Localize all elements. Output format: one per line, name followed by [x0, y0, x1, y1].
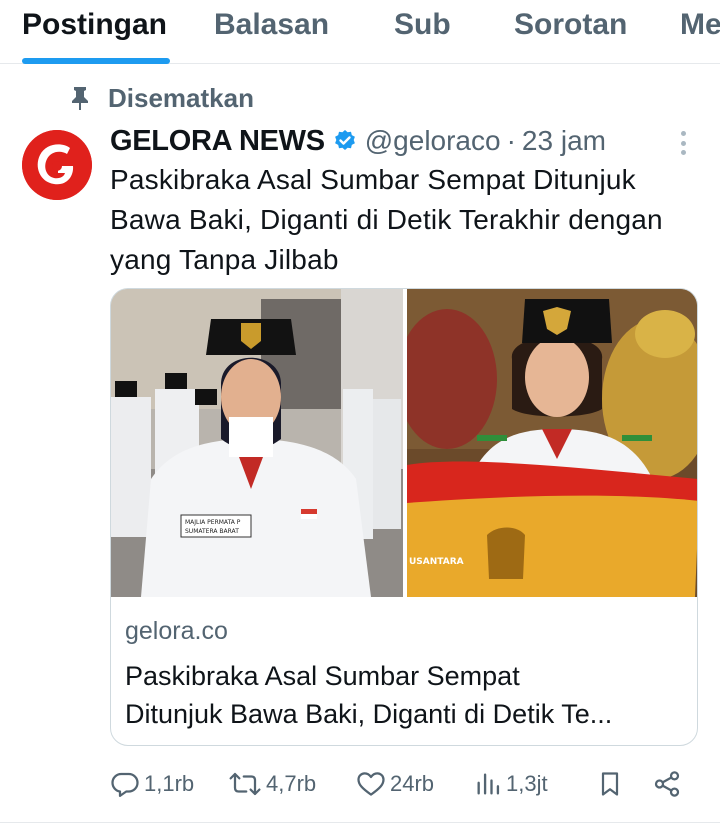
card-image-left: MAJLIA PERMATA P SUMATERA BARAT: [111, 289, 403, 597]
reply-count: 1,1rb: [144, 771, 195, 796]
card-domain: gelora.co: [125, 617, 228, 645]
tab-media[interactable]: Me: [680, 8, 720, 42]
post-header: GELORA NEWS @geloraco · 23 jam: [110, 122, 606, 160]
post-text: Paskibraka Asal Sumbar Sempat Ditunjuk B…: [110, 164, 663, 275]
post-timestamp[interactable]: 23 jam: [522, 125, 606, 157]
views-icon: [477, 773, 500, 795]
card-title: Paskibraka Asal Sumbar Sempat Ditunjuk B…: [125, 657, 689, 733]
tab-balasan[interactable]: Balasan: [214, 8, 329, 42]
bookmark-icon: [601, 772, 619, 796]
pinned-label: Disematkan: [108, 82, 254, 113]
tab-sub[interactable]: Sub: [394, 8, 451, 42]
reply-icon: [111, 772, 139, 797]
image-caption: USANTARA: [409, 557, 464, 567]
profile-tabs: Postingan Balasan Sub Sorotan Me: [0, 0, 720, 64]
heart-icon: [357, 772, 385, 796]
repost-count: 4,7rb: [266, 771, 317, 796]
post-actions: 1,1rb 4,7rb 24rb 1,3jt: [110, 764, 700, 804]
active-tab-indicator: [22, 58, 170, 64]
share-button[interactable]: [652, 764, 682, 804]
verified-badge-icon: [333, 129, 357, 153]
card-image-right: USANTARA: [407, 289, 697, 597]
display-name[interactable]: GELORA NEWS: [110, 125, 325, 158]
gelora-logo-icon: [22, 130, 92, 200]
tab-postingan[interactable]: Postingan: [22, 8, 167, 42]
badge-text-line1: MAJLIA PERMATA P: [185, 519, 241, 526]
repost-icon: [229, 772, 261, 796]
pinned-indicator: Disematkan: [60, 82, 254, 114]
repost-button[interactable]: 4,7rb: [228, 764, 316, 804]
separator-dot: ·: [506, 125, 516, 156]
like-button[interactable]: 24rb: [356, 764, 434, 804]
card-title-line1: Paskibraka Asal Sumbar Sempat: [125, 661, 520, 691]
card-media: MAJLIA PERMATA P SUMATERA BARAT USANTARA: [111, 289, 697, 597]
divider: [0, 822, 720, 823]
user-handle[interactable]: @geloraco: [365, 125, 501, 157]
badge-text-line2: SUMATERA BARAT: [185, 528, 239, 535]
share-icon: [654, 771, 680, 797]
views-button[interactable]: 1,3jt: [474, 764, 548, 804]
more-options-icon[interactable]: [676, 128, 690, 158]
views-count: 1,3jt: [506, 771, 548, 796]
card-title-line2: Ditunjuk Bawa Baki, Diganti di Detik Te.…: [125, 699, 613, 729]
link-card[interactable]: MAJLIA PERMATA P SUMATERA BARAT USANTARA…: [110, 288, 698, 746]
like-count: 24rb: [390, 771, 435, 796]
bookmark-button[interactable]: [596, 764, 624, 804]
pin-icon: [60, 83, 100, 113]
reply-button[interactable]: 1,1rb: [110, 764, 194, 804]
tab-sorotan[interactable]: Sorotan: [514, 8, 627, 42]
avatar[interactable]: [22, 130, 92, 200]
